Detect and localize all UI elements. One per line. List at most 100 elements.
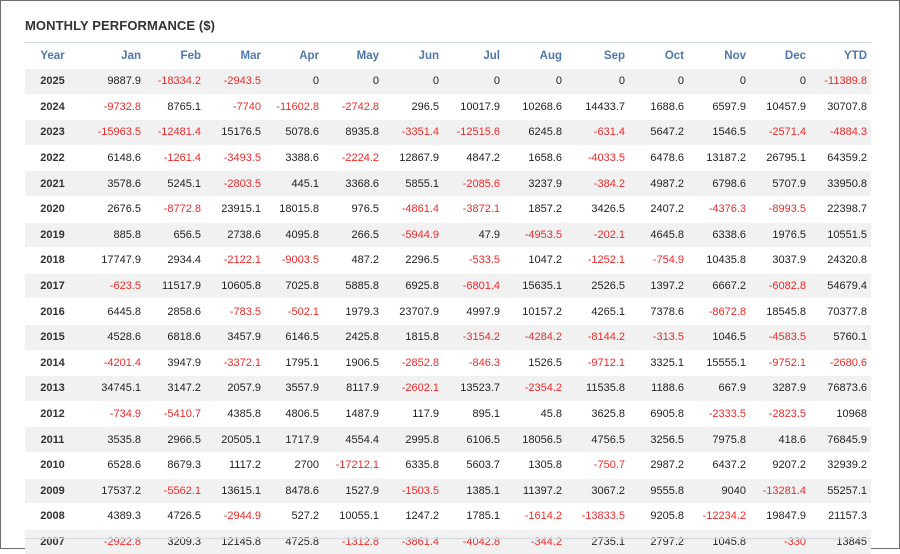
- cell-feb: -1261.4: [145, 145, 205, 171]
- cell-aug: 18056.5: [504, 427, 566, 453]
- cell-mar: -2943.5: [205, 69, 265, 95]
- cell-nov: 667.9: [688, 376, 750, 402]
- cell-nov: 6667.2: [688, 273, 750, 299]
- cell-oct: 2797.2: [629, 529, 688, 554]
- cell-jan: 34745.1: [80, 376, 145, 402]
- cell-ytd: 21157.3: [810, 504, 871, 530]
- cell-jun: 0: [383, 69, 443, 95]
- cell-feb: -5562.1: [145, 478, 205, 504]
- cell-sep: -9712.1: [566, 350, 629, 376]
- table-row: 2012-734.9-5410.74385.84806.51487.9117.9…: [25, 401, 871, 427]
- cell-feb: 2934.4: [145, 248, 205, 274]
- cell-may: 8117.9: [323, 376, 383, 402]
- cell-apr: 445.1: [265, 171, 323, 197]
- cell-aug: 6245.8: [504, 120, 566, 146]
- cell-jul: -12515.6: [443, 120, 504, 146]
- cell-aug: -1614.2: [504, 504, 566, 530]
- table-row: 201334745.13147.22057.93557.98117.9-2602…: [25, 376, 871, 402]
- cell-oct: 1688.6: [629, 94, 688, 120]
- table-row: 2007-2922.83209.312145.84725.8-1312.8-38…: [25, 529, 871, 554]
- cell-jul: -2085.6: [443, 171, 504, 197]
- cell-oct: 3325.1: [629, 350, 688, 376]
- cell-jun: 6335.8: [383, 452, 443, 478]
- cell-feb: 4726.5: [145, 504, 205, 530]
- cell-may: 1527.9: [323, 478, 383, 504]
- cell-apr: 8478.6: [265, 478, 323, 504]
- column-header-feb: Feb: [145, 44, 205, 69]
- year-cell: 2017: [25, 273, 80, 299]
- cell-feb: 6818.6: [145, 324, 205, 350]
- cell-feb: 2858.6: [145, 299, 205, 325]
- cell-dec: 19847.9: [750, 504, 810, 530]
- cell-sep: -384.2: [566, 171, 629, 197]
- cell-mar: 2738.6: [205, 222, 265, 248]
- cell-jun: -5944.9: [383, 222, 443, 248]
- table-row: 2017-623.511517.910605.87025.85885.86925…: [25, 273, 871, 299]
- cell-jul: -3154.2: [443, 324, 504, 350]
- column-header-oct: Oct: [629, 44, 688, 69]
- cell-ytd: 70377.8: [810, 299, 871, 325]
- year-cell: 2008: [25, 504, 80, 530]
- cell-dec: 0: [750, 69, 810, 95]
- cell-sep: 2735.1: [566, 529, 629, 554]
- column-header-aug: Aug: [504, 44, 566, 69]
- cell-mar: -2122.1: [205, 248, 265, 274]
- cell-oct: 6478.6: [629, 145, 688, 171]
- cell-jan: -623.5: [80, 273, 145, 299]
- cell-ytd: 30707.8: [810, 94, 871, 120]
- cell-jul: 5603.7: [443, 452, 504, 478]
- cell-ytd: 5760.1: [810, 324, 871, 350]
- cell-feb: 3947.9: [145, 350, 205, 376]
- cell-mar: -2944.9: [205, 504, 265, 530]
- cell-oct: 9555.8: [629, 478, 688, 504]
- cell-ytd: -11389.8: [810, 69, 871, 95]
- cell-aug: 1526.5: [504, 350, 566, 376]
- cell-oct: 5647.2: [629, 120, 688, 146]
- cell-feb: -18334.2: [145, 69, 205, 95]
- cell-nov: 7975.8: [688, 427, 750, 453]
- cell-jun: 2296.5: [383, 248, 443, 274]
- cell-aug: 1857.2: [504, 196, 566, 222]
- cell-may: -2224.2: [323, 145, 383, 171]
- cell-apr: 3557.9: [265, 376, 323, 402]
- year-cell: 2009: [25, 478, 80, 504]
- cell-nov: 1546.5: [688, 120, 750, 146]
- cell-dec: 10457.9: [750, 94, 810, 120]
- cell-dec: -9752.1: [750, 350, 810, 376]
- cell-jan: 6148.6: [80, 145, 145, 171]
- cell-apr: 7025.8: [265, 273, 323, 299]
- cell-sep: -8144.2: [566, 324, 629, 350]
- cell-jun: 117.9: [383, 401, 443, 427]
- cell-oct: -754.9: [629, 248, 688, 274]
- year-cell: 2007: [25, 529, 80, 554]
- cell-jun: -2602.1: [383, 376, 443, 402]
- cell-jan: 3535.8: [80, 427, 145, 453]
- cell-may: 1979.3: [323, 299, 383, 325]
- cell-mar: 4385.8: [205, 401, 265, 427]
- cell-aug: 15635.1: [504, 273, 566, 299]
- cell-may: 1487.9: [323, 401, 383, 427]
- performance-table: Year Jan Feb Mar Apr May Jun Jul Aug Sep…: [25, 44, 871, 554]
- cell-may: 4554.4: [323, 427, 383, 453]
- cell-sep: -202.1: [566, 222, 629, 248]
- year-cell: 2015: [25, 324, 80, 350]
- cell-nov: 10435.8: [688, 248, 750, 274]
- cell-oct: 2987.2: [629, 452, 688, 478]
- cell-jul: -4042.8: [443, 529, 504, 554]
- cell-dec: 418.6: [750, 427, 810, 453]
- cell-ytd: 33950.8: [810, 171, 871, 197]
- cell-dec: 3287.9: [750, 376, 810, 402]
- cell-ytd: 10551.5: [810, 222, 871, 248]
- cell-mar: 13615.1: [205, 478, 265, 504]
- table-row: 20226148.6-1261.4-3493.53388.6-2224.2128…: [25, 145, 871, 171]
- cell-may: 8935.8: [323, 120, 383, 146]
- cell-ytd: 10968: [810, 401, 871, 427]
- column-header-dec: Dec: [750, 44, 810, 69]
- cell-may: -1312.8: [323, 529, 383, 554]
- cell-feb: 3209.3: [145, 529, 205, 554]
- cell-apr: -502.1: [265, 299, 323, 325]
- cell-sep: -631.4: [566, 120, 629, 146]
- cell-ytd: 32939.2: [810, 452, 871, 478]
- cell-nov: 6597.9: [688, 94, 750, 120]
- table-row: 2014-4201.43947.9-3372.11795.11906.5-285…: [25, 350, 871, 376]
